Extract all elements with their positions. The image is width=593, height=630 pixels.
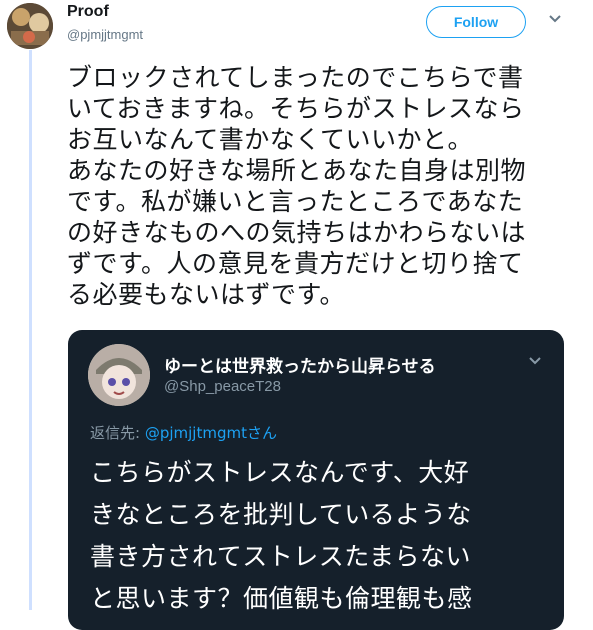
quoted-tweet-body-text: こちらがストレスなんです、大好 きなところを批判しているような 書き方されてスト… <box>90 458 473 613</box>
quoted-author-display-name[interactable]: ゆーとは世界救ったから山昇らせる <box>164 352 436 377</box>
author-avatar[interactable] <box>7 3 53 49</box>
chevron-down-icon[interactable] <box>528 356 542 366</box>
reply-context: 返信先: @pjmjjtmgmtさん <box>90 422 277 443</box>
follow-button[interactable]: Follow <box>426 6 526 38</box>
quoted-tweet-card[interactable]: ゆーとは世界救ったから山昇らせる @Shp_peaceT28 返信先: @pjm… <box>68 330 564 630</box>
author-display-name[interactable]: Proof <box>67 3 109 21</box>
chevron-down-icon[interactable] <box>548 14 562 24</box>
quoted-author-avatar[interactable] <box>88 344 150 406</box>
reply-mention-link[interactable]: @pjmjjtmgmt <box>145 424 247 442</box>
reply-suffix-label: さん <box>246 424 277 442</box>
author-handle[interactable]: @pjmjjtmgmt <box>67 27 143 42</box>
reply-prefix-label: 返信先: <box>90 424 145 442</box>
tweet-body-text: ブロックされてしまったのでこちらで書 いておきますね。そちらがストレスなら お互… <box>67 63 527 309</box>
thread-connector-line <box>29 50 32 610</box>
quoted-author-handle[interactable]: @Shp_peaceT28 <box>164 378 281 395</box>
